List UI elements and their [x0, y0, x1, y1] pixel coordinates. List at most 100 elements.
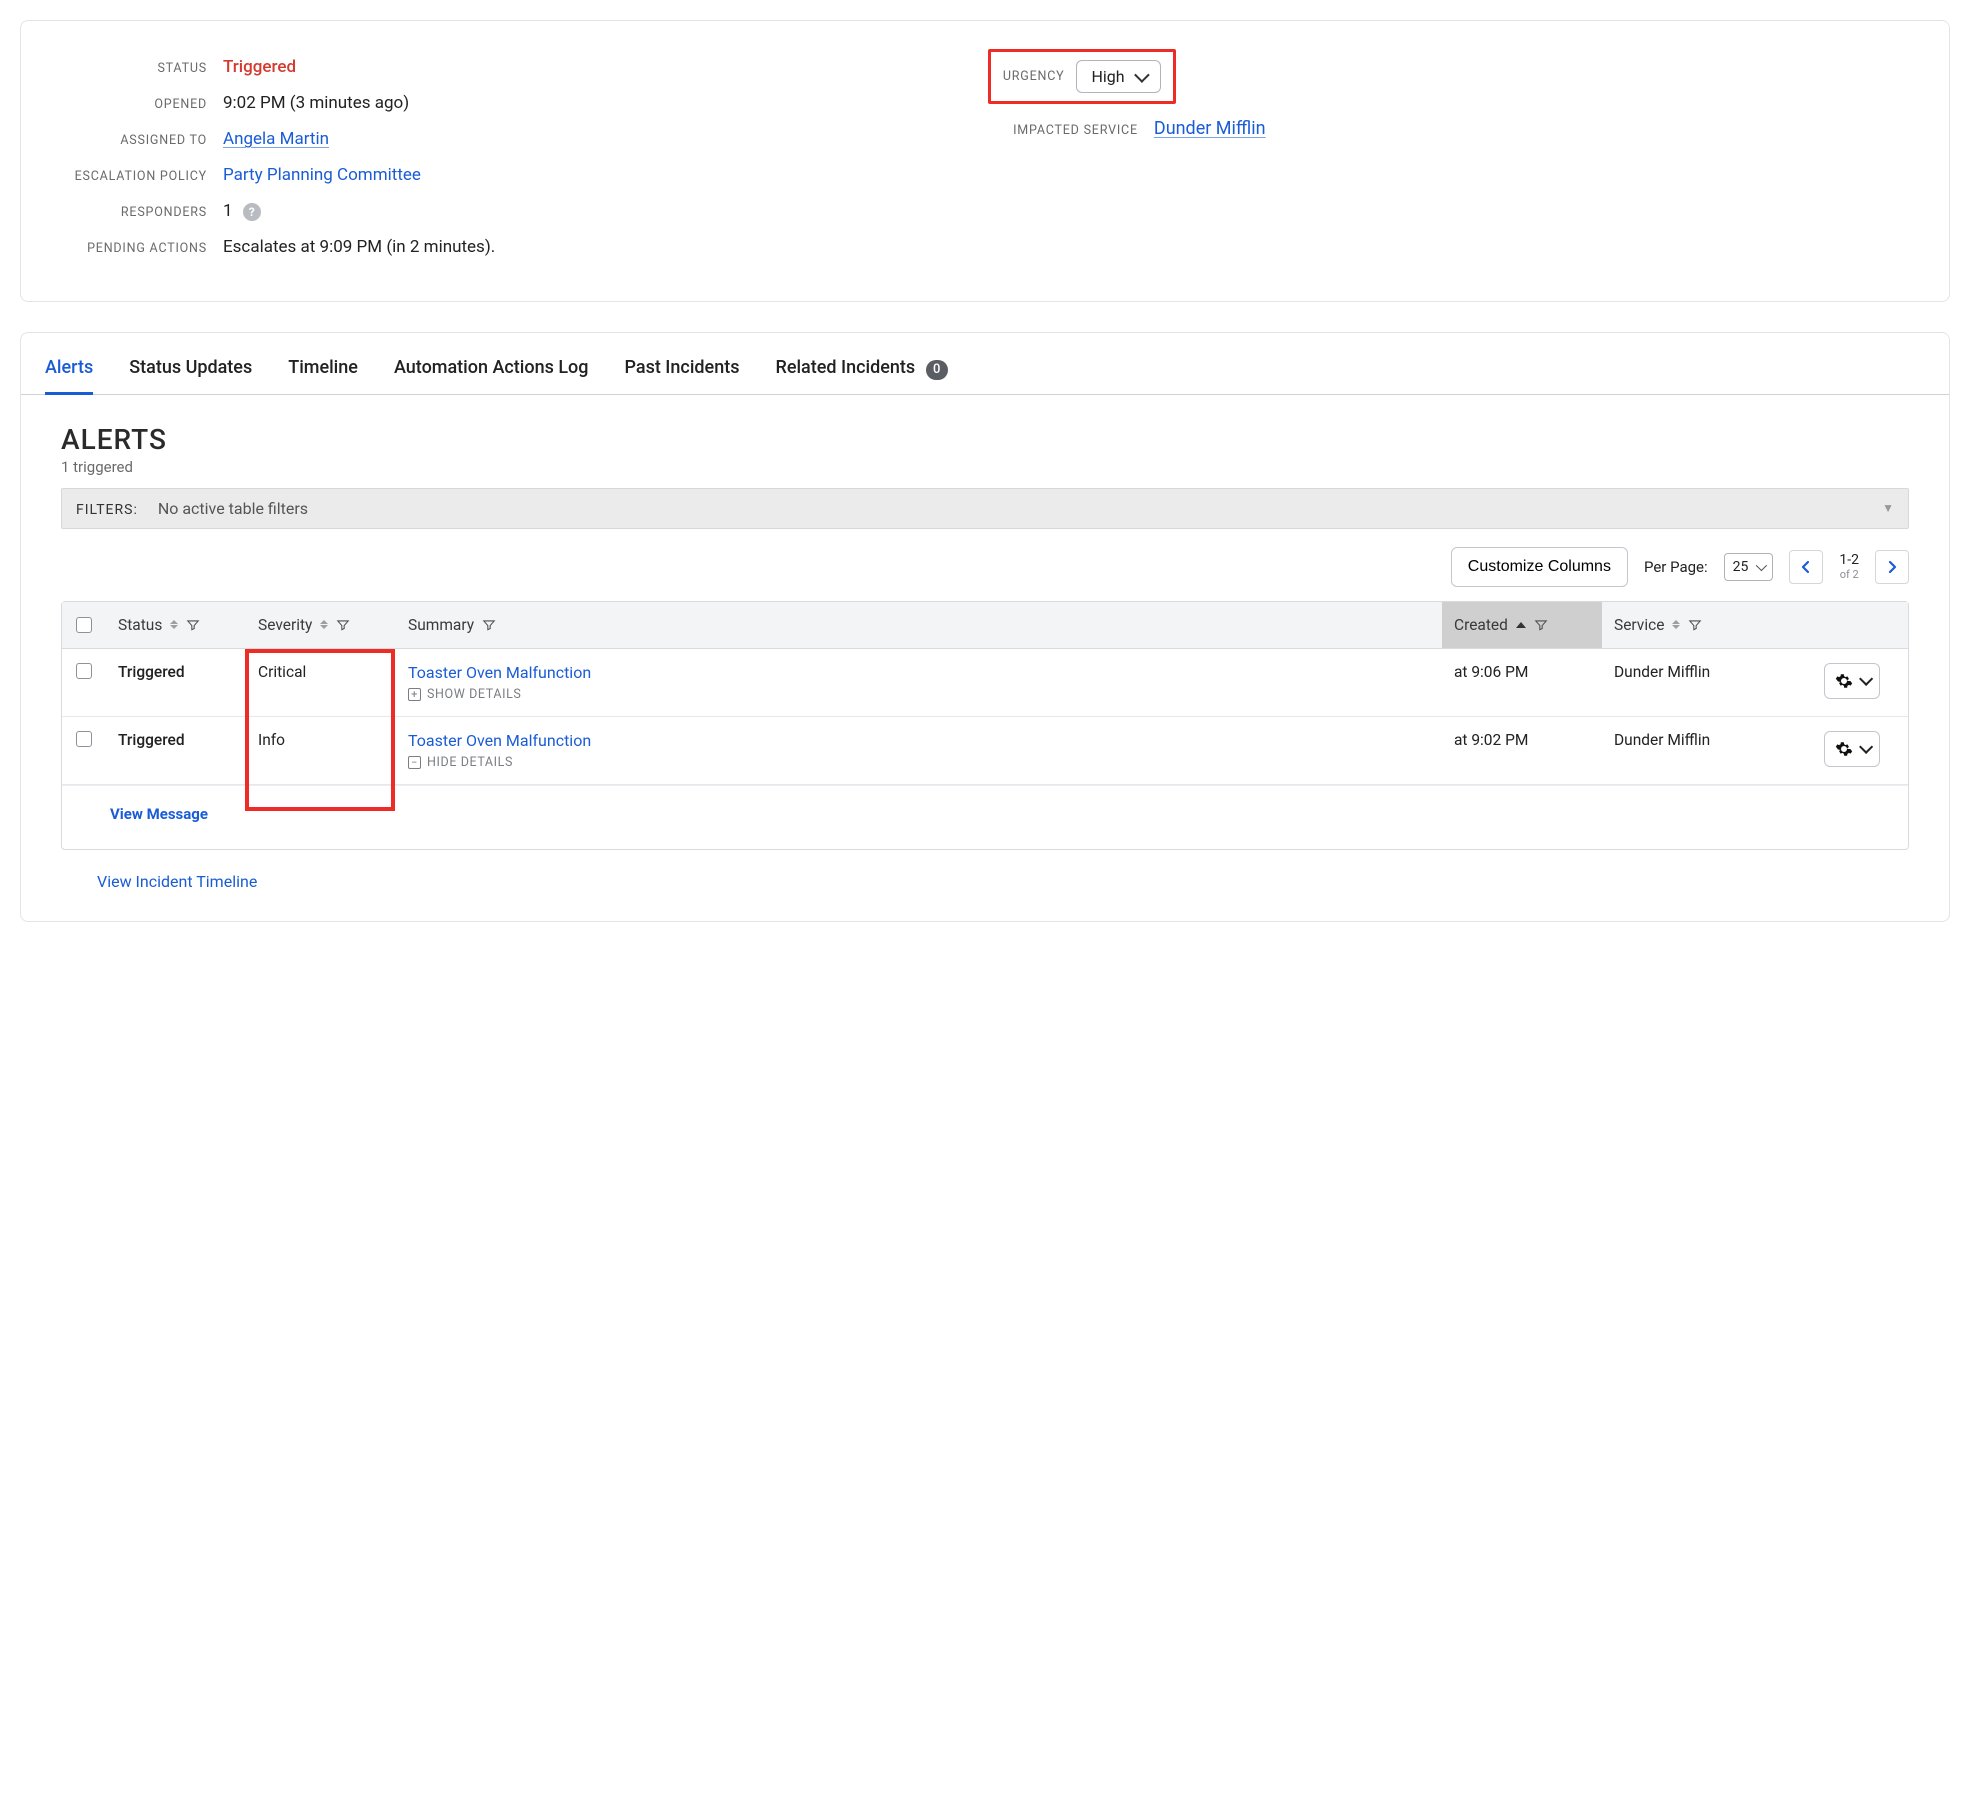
- urgency-label: URGENCY: [1003, 69, 1065, 84]
- actions-column-header: [1812, 602, 1908, 648]
- filter-icon[interactable]: [186, 618, 200, 632]
- escalation-policy-link[interactable]: Party Planning Committee: [223, 165, 421, 185]
- expand-icon: +: [408, 688, 421, 701]
- select-all-header: [62, 602, 106, 648]
- gear-icon: [1835, 740, 1853, 758]
- service-column-header[interactable]: Service: [1602, 602, 1812, 648]
- escalation-policy-label: ESCALATION POLICY: [57, 169, 207, 184]
- pagination-total: of 2: [1839, 568, 1859, 581]
- row-actions-menu[interactable]: [1824, 663, 1880, 699]
- assigned-to-link[interactable]: Angela Martin: [223, 129, 329, 149]
- created-column-label: Created: [1454, 616, 1508, 634]
- responders-value: 1 ?: [223, 201, 261, 221]
- tab-related-incidents[interactable]: Related Incidents 0: [775, 349, 947, 394]
- chevron-down-icon: [1135, 67, 1146, 86]
- row-service-link[interactable]: Dunder Mifflin: [1602, 717, 1812, 763]
- tab-status-updates[interactable]: Status Updates: [129, 349, 252, 394]
- urgency-highlight-box: URGENCY High: [988, 49, 1176, 104]
- table-row: Triggered Info Toaster Oven Malfunction …: [62, 717, 1908, 785]
- row-actions-menu[interactable]: [1824, 731, 1880, 767]
- sort-icon: [1672, 620, 1680, 629]
- row-created: at 9:06 PM: [1442, 649, 1602, 695]
- impacted-service-label: IMPACTED SERVICE: [988, 123, 1138, 138]
- collapse-icon: −: [408, 756, 421, 769]
- alerts-heading: ALERTS: [61, 423, 1909, 456]
- filter-icon[interactable]: [482, 618, 496, 632]
- customize-columns-button[interactable]: Customize Columns: [1451, 547, 1628, 587]
- filters-label: FILTERS:: [76, 502, 138, 518]
- per-page-select[interactable]: 25: [1724, 553, 1774, 581]
- incident-summary-card: STATUS Triggered OPENED 9:02 PM (3 minut…: [20, 20, 1950, 302]
- hide-details-label: HIDE DETAILS: [427, 755, 513, 770]
- filter-icon[interactable]: [1688, 618, 1702, 632]
- tab-automation-actions-log[interactable]: Automation Actions Log: [394, 349, 589, 394]
- row-summary-cell: Toaster Oven Malfunction + SHOW DETAILS: [396, 649, 1442, 716]
- status-value: Triggered: [223, 57, 296, 77]
- chevron-down-icon: [1859, 672, 1869, 690]
- filter-icon[interactable]: [336, 618, 350, 632]
- incident-right-column: URGENCY High IMPACTED SERVICE Dunder Mif…: [988, 49, 1913, 273]
- alert-details-panel: View Message: [62, 785, 1908, 849]
- related-incidents-count: 0: [926, 360, 948, 380]
- tab-timeline[interactable]: Timeline: [288, 349, 358, 394]
- show-details-label: SHOW DETAILS: [427, 687, 521, 702]
- table-row: Triggered Critical Toaster Oven Malfunct…: [62, 649, 1908, 717]
- alerts-table-wrap: Status Severity Summary: [61, 601, 1909, 850]
- incident-left-column: STATUS Triggered OPENED 9:02 PM (3 minut…: [57, 49, 948, 273]
- pagination-info: 1-2 of 2: [1839, 552, 1859, 581]
- tab-related-incidents-label: Related Incidents: [775, 357, 915, 378]
- created-column-header[interactable]: Created: [1442, 602, 1602, 648]
- prev-page-button[interactable]: [1789, 550, 1823, 584]
- assigned-to-label: ASSIGNED TO: [57, 133, 207, 148]
- sort-asc-icon: [1516, 622, 1526, 628]
- select-all-checkbox[interactable]: [76, 617, 92, 633]
- view-message-link[interactable]: View Message: [110, 805, 208, 823]
- row-service-link[interactable]: Dunder Mifflin: [1602, 649, 1812, 695]
- responders-count: 1: [223, 201, 233, 221]
- row-status: Triggered: [106, 649, 246, 695]
- urgency-value: High: [1091, 67, 1124, 86]
- pagination-range: 1-2: [1839, 552, 1859, 568]
- per-page-label: Per Page:: [1644, 558, 1708, 576]
- hide-details-toggle[interactable]: − HIDE DETAILS: [408, 755, 1430, 770]
- severity-column-header[interactable]: Severity: [246, 602, 396, 648]
- status-label: STATUS: [57, 61, 207, 76]
- responders-label: RESPONDERS: [57, 205, 207, 220]
- alert-summary-link[interactable]: Toaster Oven Malfunction: [408, 663, 1430, 682]
- show-details-toggle[interactable]: + SHOW DETAILS: [408, 687, 1430, 702]
- tab-bar: Alerts Status Updates Timeline Automatio…: [21, 333, 1949, 395]
- view-incident-timeline-link[interactable]: View Incident Timeline: [97, 872, 257, 891]
- chevron-down-icon: [1756, 559, 1764, 575]
- alerts-subheading: 1 triggered: [61, 458, 1909, 476]
- row-checkbox[interactable]: [76, 731, 92, 747]
- chevron-right-icon: [1887, 560, 1897, 574]
- row-checkbox[interactable]: [76, 663, 92, 679]
- chevron-down-icon: [1859, 740, 1869, 758]
- pending-actions-value: Escalates at 9:09 PM (in 2 minutes).: [223, 237, 495, 257]
- alerts-panel: ALERTS 1 triggered FILTERS: No active ta…: [21, 395, 1949, 891]
- row-created: at 9:02 PM: [1442, 717, 1602, 763]
- tab-alerts[interactable]: Alerts: [45, 349, 93, 394]
- row-status: Triggered: [106, 717, 246, 763]
- severity-column-label: Severity: [258, 616, 312, 634]
- tab-past-incidents[interactable]: Past Incidents: [624, 349, 739, 394]
- row-severity: Critical: [246, 649, 396, 695]
- gear-icon: [1835, 672, 1853, 690]
- filter-icon[interactable]: [1534, 618, 1548, 632]
- pending-actions-label: PENDING ACTIONS: [57, 241, 207, 256]
- next-page-button[interactable]: [1875, 550, 1909, 584]
- alert-summary-link[interactable]: Toaster Oven Malfunction: [408, 731, 1430, 750]
- incident-detail-card: Alerts Status Updates Timeline Automatio…: [20, 332, 1950, 922]
- impacted-service-link[interactable]: Dunder Mifflin: [1154, 118, 1266, 139]
- row-severity: Info: [246, 717, 396, 763]
- help-icon[interactable]: ?: [243, 203, 261, 221]
- sort-icon: [320, 620, 328, 629]
- filters-bar[interactable]: FILTERS: No active table filters ▼: [61, 488, 1909, 529]
- summary-column-header[interactable]: Summary: [396, 602, 1442, 648]
- status-column-label: Status: [118, 616, 162, 634]
- urgency-select[interactable]: High: [1076, 60, 1160, 93]
- status-column-header[interactable]: Status: [106, 602, 246, 648]
- chevron-down-icon: ▼: [1882, 501, 1894, 515]
- summary-column-label: Summary: [408, 616, 474, 634]
- alerts-table: Status Severity Summary: [61, 601, 1909, 850]
